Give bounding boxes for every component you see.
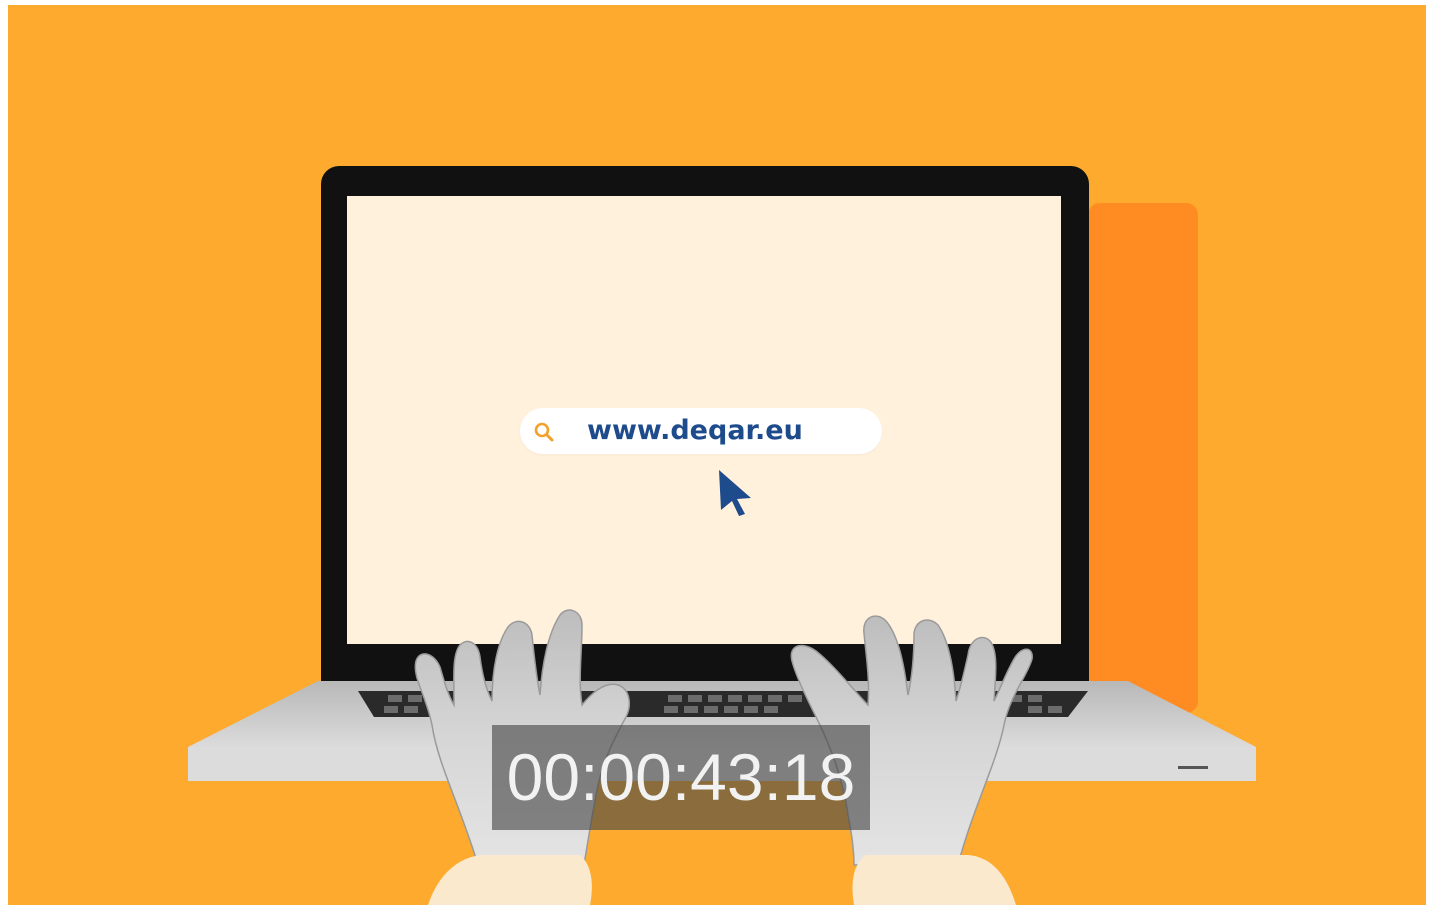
address-text: www.deqar.eu	[587, 415, 803, 446]
illustration-scene: www.deqar.eu 00:00:43:18	[8, 5, 1426, 905]
video-frame: www.deqar.eu 00:00:43:18	[0, 0, 1433, 910]
search-icon	[534, 422, 554, 442]
arrow-cursor-icon	[719, 470, 751, 516]
laptop-lid: www.deqar.eu	[321, 166, 1089, 686]
timecode-text: 00:00:43:18	[506, 740, 856, 814]
address-bar[interactable]: www.deqar.eu	[520, 408, 882, 454]
laptop-screen: www.deqar.eu	[347, 196, 1061, 644]
timecode-overlay: 00:00:43:18	[492, 725, 870, 830]
orange-shadow-panel	[1088, 203, 1198, 713]
